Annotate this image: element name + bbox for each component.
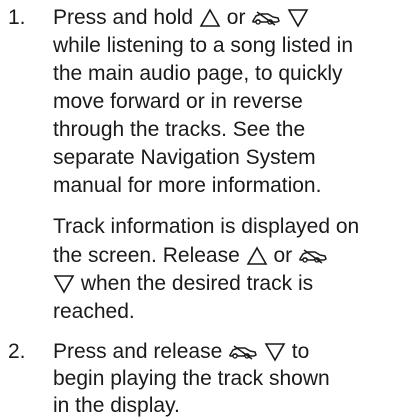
text-segment: or xyxy=(267,244,298,267)
continuation-line-4: reached. xyxy=(53,300,135,323)
triangle-down-icon xyxy=(53,274,75,295)
step-2-line-3: in the display. xyxy=(53,394,180,417)
manual-page: 1. Press and hold or while listening to … xyxy=(0,0,417,417)
step-1-line-1: Press and hold or xyxy=(53,4,309,32)
step-1-line-6: separate Navigation System xyxy=(53,146,316,169)
continuation-line-3: when the desired track is xyxy=(53,270,313,298)
continuation-line-2: the screen. Release or xyxy=(53,242,328,270)
triangle-up-icon xyxy=(246,246,268,266)
step-1-line-4: move forward or in reverse xyxy=(53,90,303,113)
step-2-line-2: begin playing the track shown xyxy=(53,367,330,390)
car-icon xyxy=(251,8,281,28)
text-segment: when the desired track is xyxy=(75,272,314,295)
step-number: 2. xyxy=(8,340,26,363)
step-2-line-1: Press and release to xyxy=(53,338,309,366)
text-segment: the screen. Release xyxy=(53,244,246,267)
car-icon xyxy=(298,246,328,266)
step-1-line-3: the main audio page, to quickly xyxy=(53,62,343,85)
text-segment: to xyxy=(285,340,310,363)
triangle-down-icon xyxy=(287,8,309,29)
step-number: 1. xyxy=(8,6,26,29)
step-1-line-7: manual for more information. xyxy=(53,174,322,197)
text-segment: or xyxy=(220,6,252,29)
text-segment: Press and release xyxy=(53,340,229,363)
triangle-down-icon xyxy=(264,342,286,363)
car-icon xyxy=(228,342,258,362)
step-1-line-2: while listening to a song listed in xyxy=(53,34,354,57)
continuation-line-1: Track information is displayed on xyxy=(53,215,360,238)
step-1-line-5: through the tracks. See the xyxy=(53,118,306,141)
triangle-up-icon xyxy=(199,8,221,28)
text-segment: Press and hold xyxy=(53,6,199,29)
